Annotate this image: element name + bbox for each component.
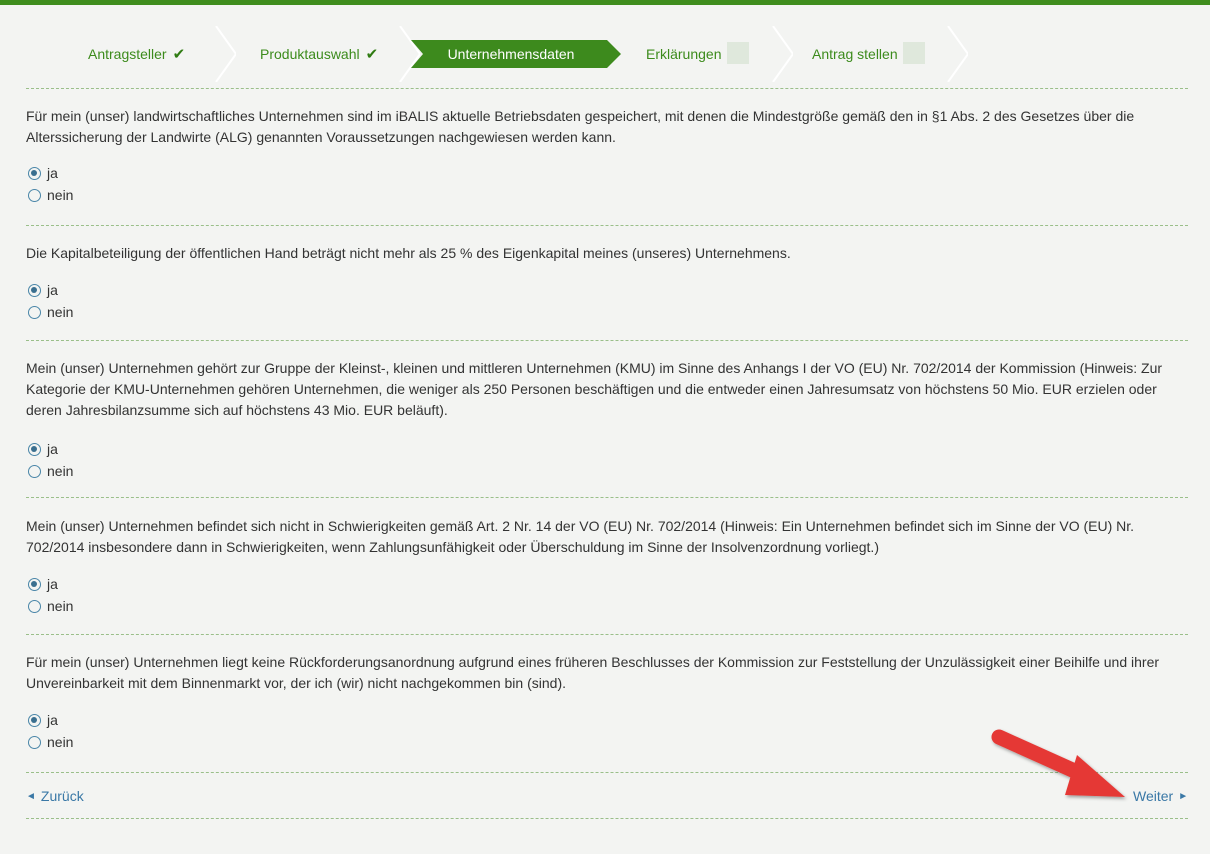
radio-button-checked[interactable] — [28, 166, 41, 180]
divider — [26, 497, 1188, 498]
triangle-right-icon: ► — [1178, 790, 1189, 802]
question-text: Mein (unser) Unternehmen gehört zur Grup… — [26, 360, 1163, 418]
radio-button[interactable] — [28, 735, 41, 749]
check-icon: ✔ — [172, 46, 186, 63]
step-produktauswahl[interactable]: Produktauswahl ✔ — [260, 40, 378, 68]
back-label: Zurück — [40, 788, 84, 804]
option-label: nein — [47, 463, 74, 479]
step-wizard: Antragsteller ✔ Produktauswahl ✔ Unternehm… — [26, 26, 1188, 82]
radio-group: ja nein — [28, 438, 73, 482]
option-label: ja — [47, 165, 58, 181]
radio-button-checked[interactable] — [28, 283, 41, 297]
next-label: Weiter — [1133, 788, 1174, 804]
radio-button-checked[interactable] — [28, 577, 41, 591]
divider — [26, 340, 1188, 341]
radio-option-ja[interactable]: ja — [28, 279, 73, 301]
radio-group: ja nein — [28, 573, 73, 617]
red-arrow-annotation-icon — [991, 729, 1125, 797]
step-antrag-stellen[interactable]: Antrag stellen — [812, 40, 925, 68]
option-label: nein — [47, 598, 74, 614]
radio-button-checked[interactable] — [28, 713, 41, 727]
option-label: ja — [47, 712, 58, 728]
question-text: Die Kapitalbeteiligung der öffentlichen … — [26, 245, 791, 261]
radio-group: ja nein — [28, 709, 73, 753]
radio-option-nein[interactable]: nein — [28, 460, 73, 482]
question-text: Für mein (unser) Unternehmen liegt keine… — [26, 654, 1160, 691]
step-label: Unternehmensdaten — [447, 46, 575, 62]
radio-button[interactable] — [28, 599, 41, 613]
divider — [26, 225, 1188, 226]
option-label: ja — [47, 282, 58, 298]
radio-option-nein[interactable]: nein — [28, 301, 73, 323]
step-label: Antragsteller — [88, 46, 167, 62]
radio-button[interactable] — [28, 464, 41, 478]
triangle-left-icon: ◄ — [26, 790, 36, 802]
pending-box-icon — [902, 42, 925, 64]
radio-group: ja nein — [28, 279, 73, 323]
divider — [26, 634, 1188, 635]
check-icon: ✔ — [365, 46, 379, 63]
radio-option-ja[interactable]: ja — [28, 438, 73, 460]
chevron-right-icon — [947, 26, 968, 82]
radio-option-nein[interactable]: nein — [28, 731, 73, 753]
radio-option-nein[interactable]: nein — [28, 184, 73, 206]
next-link[interactable]: Weiter ► — [1133, 788, 1188, 804]
radio-option-nein[interactable]: nein — [28, 595, 73, 617]
top-accent-bar — [0, 0, 1210, 5]
pending-box-icon — [726, 42, 749, 64]
chevron-right-icon — [215, 26, 236, 82]
divider — [26, 818, 1188, 819]
radio-button[interactable] — [28, 305, 41, 319]
step-unternehmensdaten-active[interactable]: Unternehmensdaten — [411, 40, 621, 68]
radio-option-ja[interactable]: ja — [28, 162, 73, 184]
option-label: ja — [47, 441, 58, 457]
option-label: nein — [47, 187, 74, 203]
step-antragsteller[interactable]: Antragsteller ✔ — [88, 40, 185, 68]
back-link[interactable]: ◄ Zurück — [26, 788, 84, 804]
radio-option-ja[interactable]: ja — [28, 573, 73, 595]
divider — [26, 88, 1188, 89]
radio-button-checked[interactable] — [28, 442, 41, 456]
question-text: Mein (unser) Unternehmen befindet sich n… — [26, 518, 1135, 555]
radio-button[interactable] — [28, 188, 41, 202]
question-text: Für mein (unser) landwirtschaftliches Un… — [26, 108, 1135, 145]
step-label: Produktauswahl — [260, 46, 360, 62]
step-label: Antrag stellen — [812, 46, 898, 62]
option-label: nein — [47, 734, 74, 750]
option-label: nein — [47, 304, 74, 320]
chevron-right-icon — [772, 26, 793, 82]
radio-option-ja[interactable]: ja — [28, 709, 73, 731]
radio-group: ja nein — [28, 162, 73, 206]
step-erklaerungen[interactable]: Erklärungen — [646, 40, 749, 68]
option-label: ja — [47, 576, 58, 592]
step-label: Erklärungen — [646, 46, 722, 62]
